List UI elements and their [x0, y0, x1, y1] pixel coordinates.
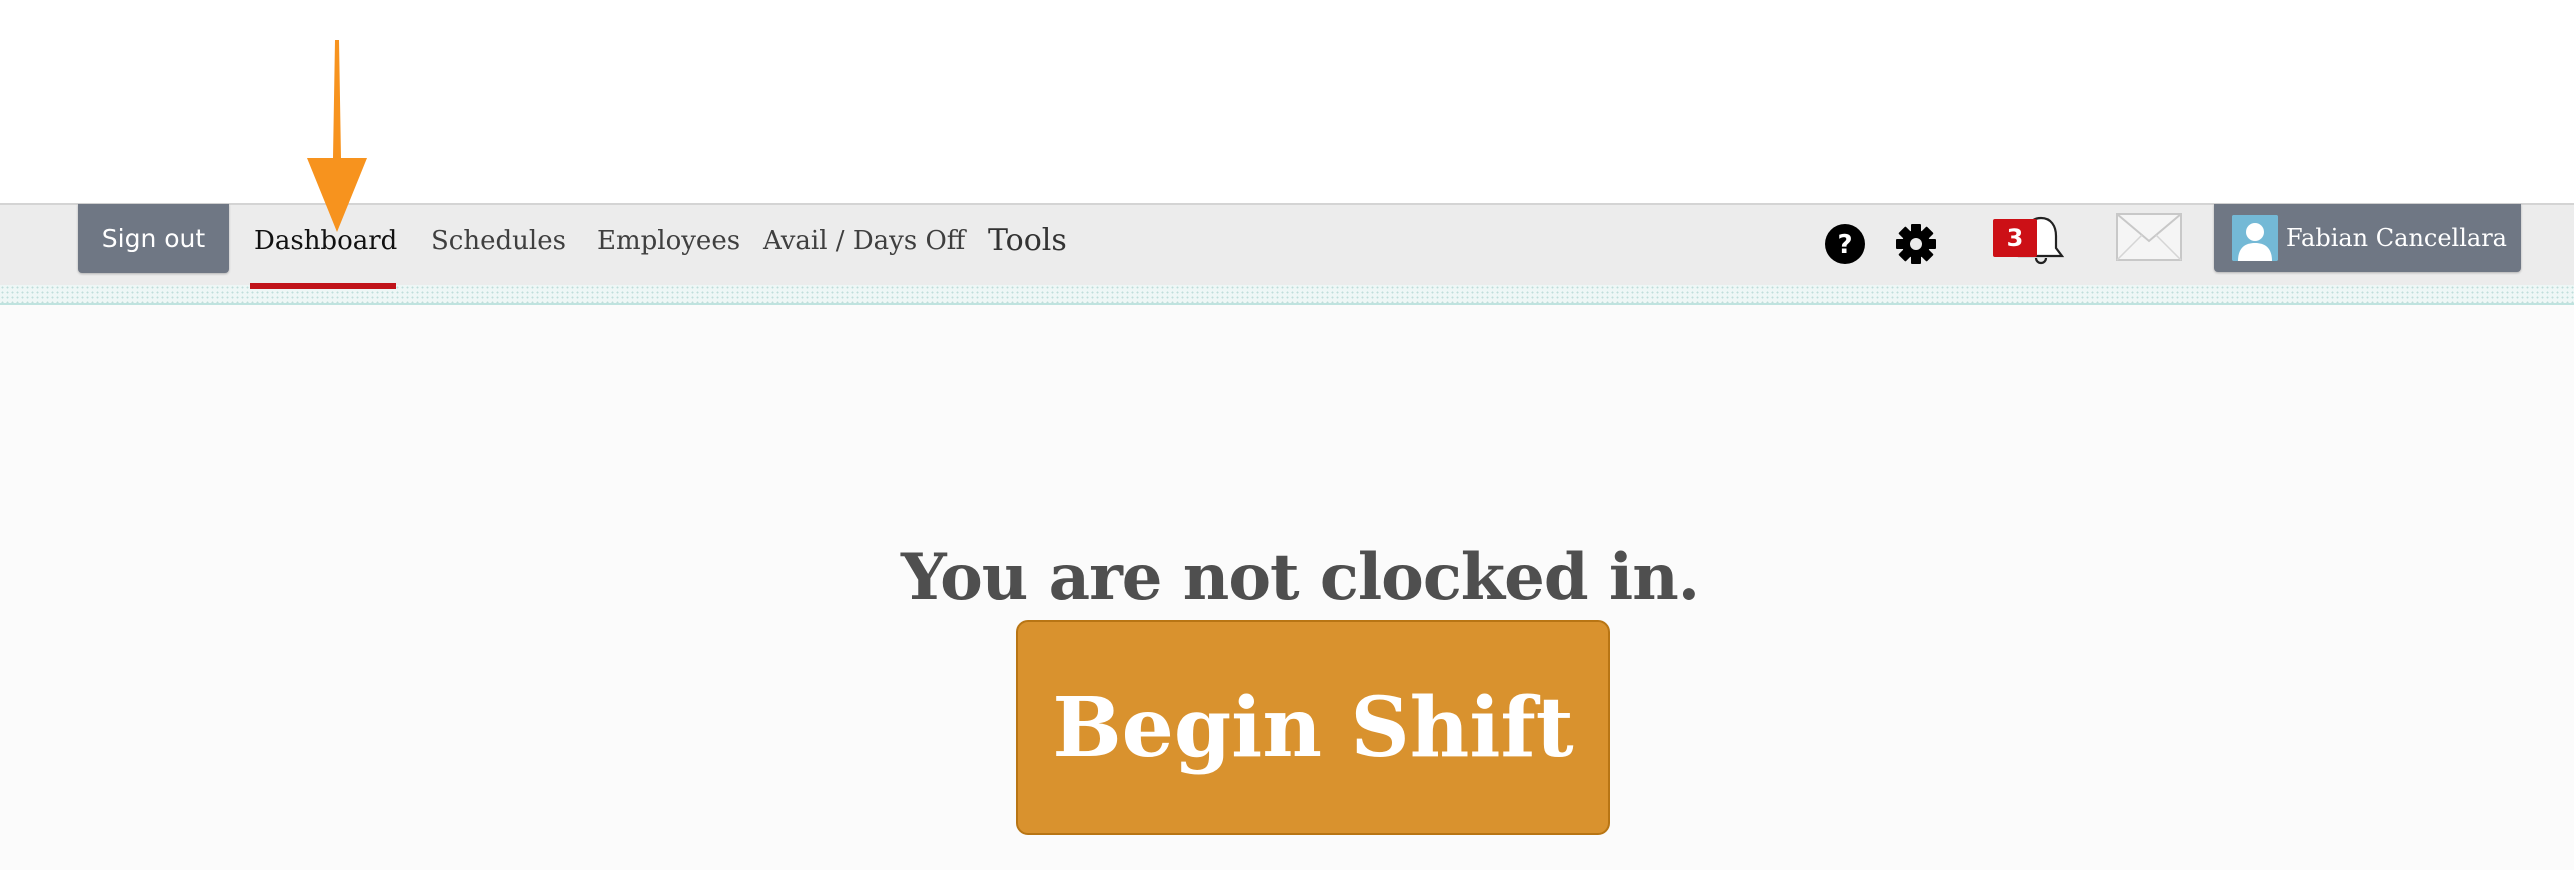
- clock-status-text: You are not clocked in.: [900, 540, 1700, 615]
- nav-avail-days-off[interactable]: Avail / Days Off: [763, 226, 965, 256]
- top-whitespace: [0, 0, 2574, 203]
- begin-shift-button[interactable]: Begin Shift: [1016, 620, 1610, 835]
- user-name-label: Fabian Cancellara: [2286, 224, 2507, 252]
- gear-icon[interactable]: [1895, 223, 1937, 269]
- active-tab-underline: [250, 283, 396, 289]
- nav-employees[interactable]: Employees: [597, 226, 740, 256]
- notification-count-badge: 3: [1993, 219, 2037, 257]
- envelope-icon[interactable]: [2116, 213, 2182, 265]
- user-menu-button[interactable]: Fabian Cancellara: [2214, 204, 2521, 272]
- question-circle-icon[interactable]: ?: [1824, 223, 1866, 269]
- nav-tools[interactable]: Tools: [988, 223, 1067, 258]
- down-arrow-icon: [305, 40, 369, 236]
- user-avatar-icon: [2232, 215, 2278, 261]
- sign-out-button[interactable]: Sign out: [78, 204, 229, 273]
- nav-schedules[interactable]: Schedules: [431, 226, 566, 256]
- svg-text:?: ?: [1837, 230, 1852, 260]
